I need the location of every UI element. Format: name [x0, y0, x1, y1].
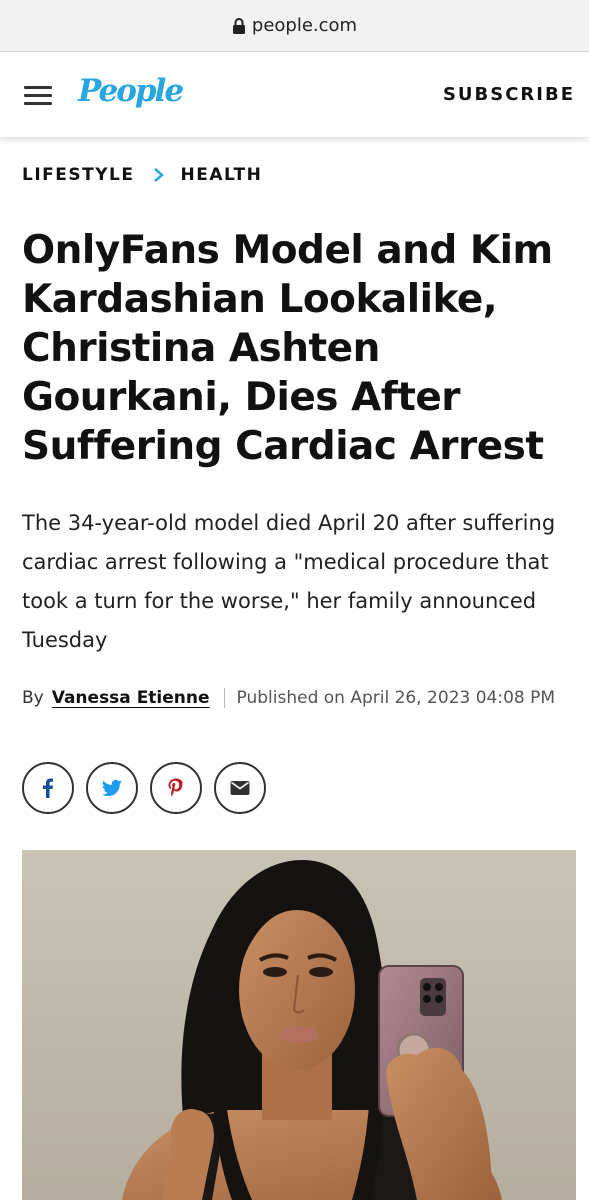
browser-url-bar[interactable]: people.com: [0, 0, 589, 52]
lock-icon: [232, 17, 245, 34]
article-summary: The 34-year-old model died April 20 afte…: [22, 511, 556, 652]
article-headline: OnlyFans Model and Kim Kardashian Lookal…: [22, 228, 553, 469]
breadcrumb-lifestyle[interactable]: LIFESTYLE: [22, 165, 134, 185]
by-label: By: [22, 688, 44, 708]
chevron-right-icon: [154, 168, 165, 182]
subscribe-button[interactable]: SUBSCRIBE: [443, 84, 575, 105]
byline: By Vanessa Etienne Published on April 26…: [22, 688, 555, 708]
hero-photo: [22, 850, 576, 1200]
hamburger-menu-icon[interactable]: [24, 86, 52, 106]
hero-image: [22, 850, 576, 1200]
site-header: People SUBSCRIBE: [0, 53, 589, 137]
share-pinterest-button[interactable]: [150, 762, 202, 814]
url-text: people.com: [251, 15, 358, 36]
breadcrumb-health[interactable]: HEALTH: [180, 165, 262, 185]
author-link[interactable]: Vanessa Etienne: [52, 688, 210, 708]
share-facebook-button[interactable]: [22, 762, 74, 814]
pinterest-icon: [168, 778, 183, 797]
facebook-icon: [43, 778, 53, 798]
share-buttons: [22, 762, 266, 814]
breadcrumb: LIFESTYLE HEALTH: [22, 165, 262, 185]
share-twitter-button[interactable]: [86, 762, 138, 814]
email-icon: [230, 781, 250, 795]
twitter-icon: [101, 779, 122, 797]
byline-divider: [223, 688, 225, 708]
published-date: Published on April 26, 2023 04:08 PM: [236, 688, 556, 708]
people-logo[interactable]: People: [78, 73, 184, 109]
share-email-button[interactable]: [214, 762, 266, 814]
url-display[interactable]: people.com: [232, 15, 357, 36]
